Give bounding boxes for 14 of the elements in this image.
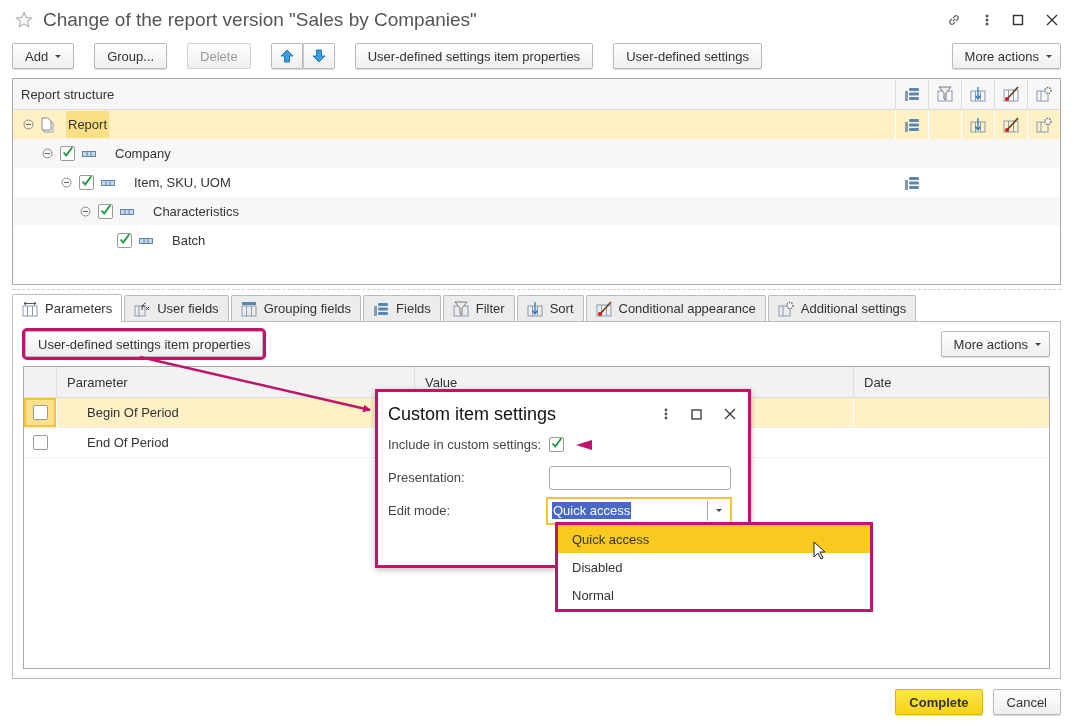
table-cell: End Of Period (87, 435, 169, 450)
tree-item-label: Characteristics (152, 203, 240, 221)
field-label: Include in custom settings: (388, 437, 543, 452)
tree-item-label: Item, SKU, UOM (133, 174, 232, 192)
table-cell: Begin Of Period (87, 405, 179, 420)
column-header: Date (854, 367, 1049, 397)
tree-item-label: Company (114, 145, 172, 163)
field-label: Edit mode: (388, 503, 452, 518)
field-label: Presentation: (388, 470, 466, 485)
dialog-title: Custom item settings (388, 403, 557, 425)
tree-item-label: Batch (171, 232, 207, 250)
tree-item-label: Report (66, 111, 110, 138)
column-header: Report structure (20, 85, 116, 104)
window-title: Change of the report version "Sales by Companies" (43, 9, 477, 31)
